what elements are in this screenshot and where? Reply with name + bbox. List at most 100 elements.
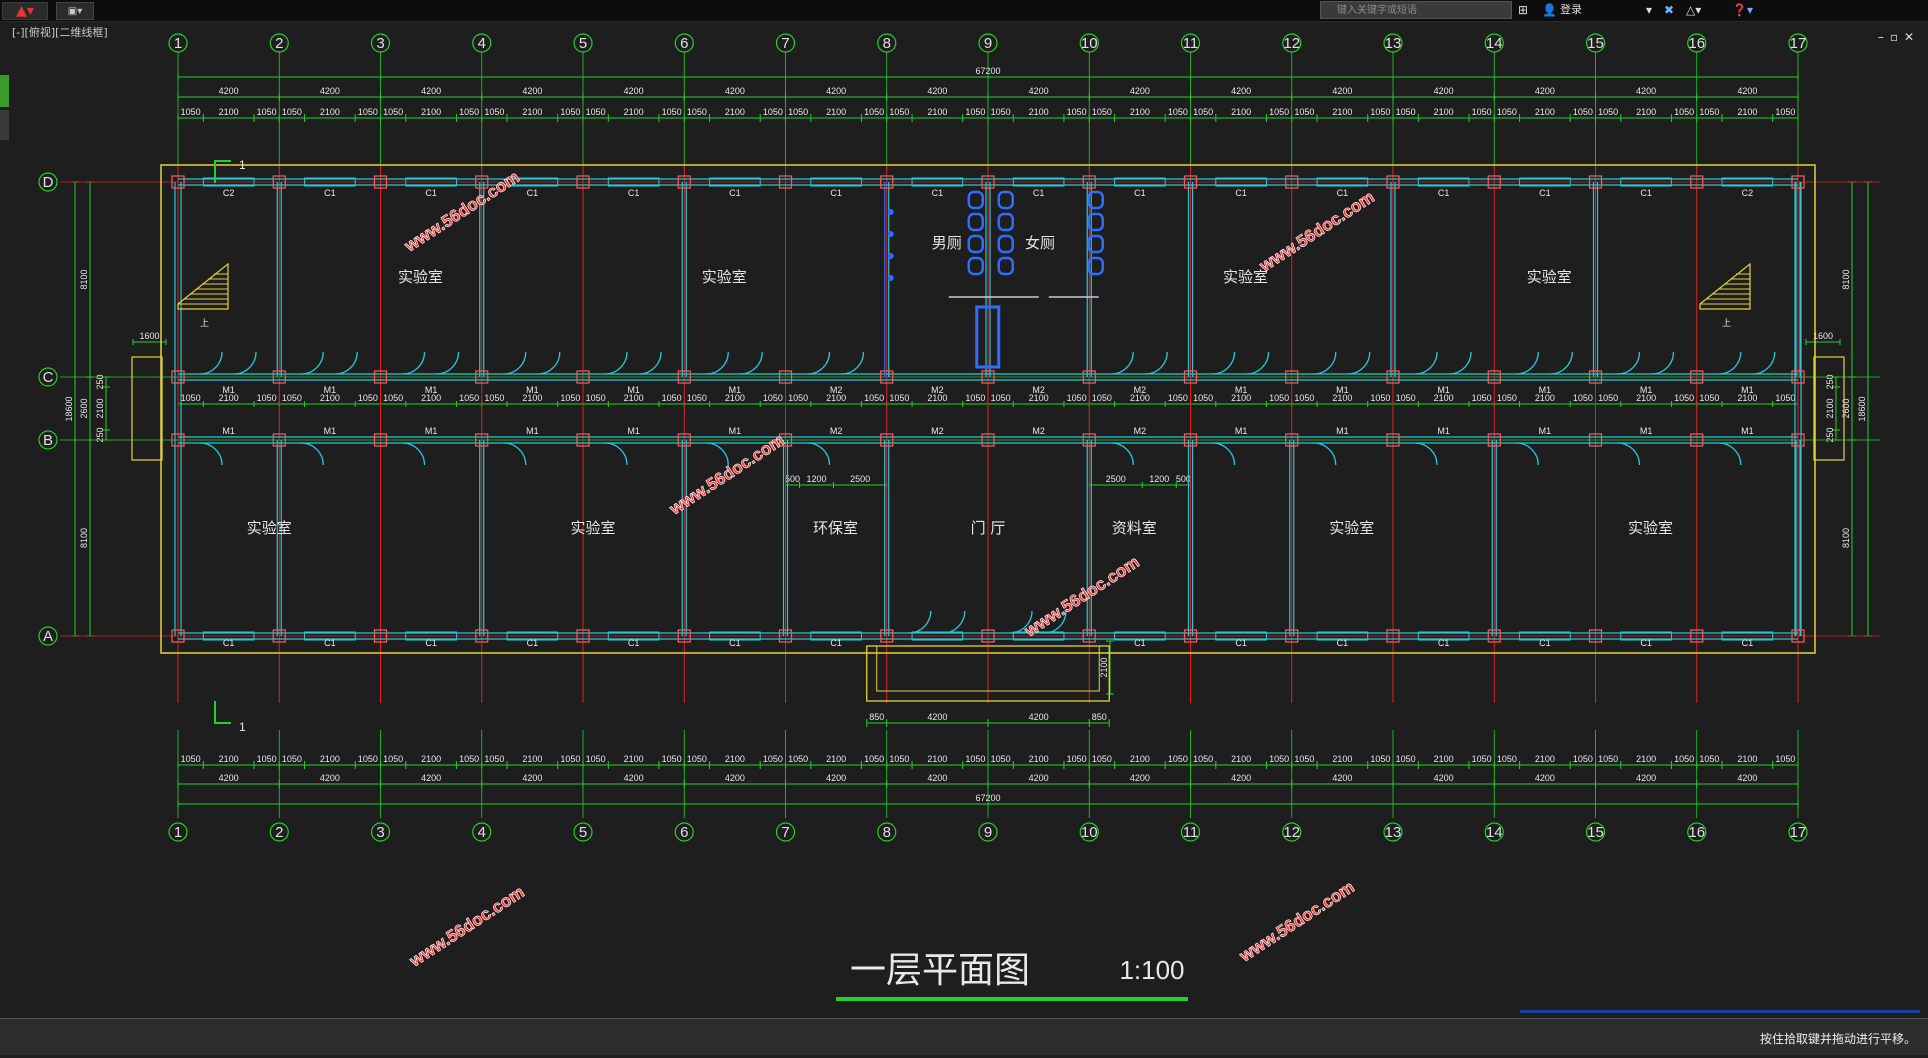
door-arc xyxy=(1448,351,1472,375)
help-icon[interactable]: ❓▾ xyxy=(1732,1,1753,19)
door-arc xyxy=(1550,351,1573,375)
sub-dim-bottom-label: 1050 xyxy=(1294,754,1314,764)
door-arc xyxy=(1651,351,1675,375)
window-tag: C1 xyxy=(729,638,741,648)
door-arc xyxy=(1313,442,1337,466)
door-tag: M1 xyxy=(729,426,742,436)
binoculars-icon[interactable]: ⊞ xyxy=(1518,1,1528,19)
window-tag: C1 xyxy=(527,188,539,198)
axis-number-1: 1 xyxy=(174,35,182,52)
section-mark-label: 1 xyxy=(239,720,246,734)
sub-dim-bottom-label: 1050 xyxy=(965,754,985,764)
right-total-dim-label: 18600 xyxy=(1857,396,1867,421)
door-arc xyxy=(1516,442,1539,466)
stair-offset-dim-right-label: 1600 xyxy=(1813,331,1833,341)
toilet-fixture xyxy=(967,256,984,276)
sub-dim-top-label: 1050 xyxy=(484,107,504,117)
sub-dim-top-label: 1050 xyxy=(1294,107,1314,117)
room-label: 资料室 xyxy=(1112,519,1157,537)
exchange-icon[interactable]: ✖ xyxy=(1664,1,1674,19)
axis-letter-D: D xyxy=(43,174,54,191)
window-tag: C1 xyxy=(1033,188,1045,198)
porch-dim-label: 4200 xyxy=(927,712,947,722)
bay-dim-bottom-label: 4200 xyxy=(522,773,542,783)
corridor-dim-label: 1050 xyxy=(358,393,378,403)
sub-dim-bottom-label: 1050 xyxy=(662,754,682,764)
status-message: 按住拾取键并拖动进行平移。 xyxy=(1759,1032,1916,1046)
axis-number-4: 4 xyxy=(478,824,486,841)
door-arc xyxy=(1617,442,1641,466)
bay-dim-bottom-label: 4200 xyxy=(624,773,644,783)
window-tag: C2 xyxy=(223,188,235,198)
door-arc xyxy=(1414,351,1438,375)
door-arc xyxy=(199,442,223,466)
door-arc xyxy=(1111,442,1134,466)
window-tag: C1 xyxy=(729,188,741,198)
door-tag: M1 xyxy=(425,385,438,395)
sub-dim-top-label: 1050 xyxy=(560,107,580,117)
bay-dim-top-label: 4200 xyxy=(1029,86,1049,96)
axis-number-8: 8 xyxy=(883,824,891,841)
door-arc xyxy=(335,351,358,375)
watermark-text: www.56doc.com xyxy=(1235,877,1357,966)
sub-dim-top-label: 1050 xyxy=(1674,107,1694,117)
save-icon[interactable]: ▣▾ xyxy=(56,2,94,20)
floor-drain xyxy=(887,253,894,259)
door-arc xyxy=(1347,351,1371,375)
search-input[interactable]: 键入关键字或短语 xyxy=(1320,1,1512,19)
autocad-logo-icon[interactable]: ▲▾ xyxy=(2,2,48,20)
room-label: 女厕 xyxy=(1025,234,1055,252)
axis-number-11: 11 xyxy=(1183,824,1199,841)
sub-dim-top-label: 1050 xyxy=(991,107,1011,117)
door-tag: M1 xyxy=(1437,385,1450,395)
corridor-dim-label: 1050 xyxy=(1396,393,1416,403)
sub-dim-top-label: 2100 xyxy=(1535,107,1555,117)
door-tag: M1 xyxy=(729,385,742,395)
bay-dim-top-label: 4200 xyxy=(1636,86,1656,96)
axis-number-15: 15 xyxy=(1587,35,1604,52)
sub-dim-bottom-label: 2100 xyxy=(927,754,947,764)
sub-dim-bottom-label: 1050 xyxy=(889,754,909,764)
sub-dim-top-label: 1050 xyxy=(1092,107,1112,117)
door-tag: M2 xyxy=(830,426,843,436)
floor-drain xyxy=(887,209,894,215)
window-tag: C1 xyxy=(324,638,336,648)
bay-dim-top-label: 4200 xyxy=(1130,86,1150,96)
axis-number-16: 16 xyxy=(1688,824,1705,841)
door-tag: M1 xyxy=(324,426,337,436)
left-corridor-dim-label: 2100 xyxy=(95,398,105,418)
axis-number-3: 3 xyxy=(376,824,384,841)
sub-dim-top-label: 1050 xyxy=(282,107,302,117)
toilet-fixture xyxy=(967,212,984,232)
corridor-dim-label: 1050 xyxy=(965,393,985,403)
sub-dim-top-label: 1050 xyxy=(1573,107,1593,117)
section-mark-label: 1 xyxy=(239,158,246,172)
drawing-scale: 1:100 xyxy=(1119,955,1184,985)
sub-dim-top-label: 1050 xyxy=(358,107,378,117)
door-tag: M2 xyxy=(1134,426,1147,436)
bay-dim-top-label: 4200 xyxy=(1332,86,1352,96)
login-label[interactable]: 登录 xyxy=(1560,1,1582,19)
window-tag: C1 xyxy=(1539,188,1551,198)
sub-dim-bottom-label: 2100 xyxy=(1029,754,1049,764)
corridor-dim-label: 1050 xyxy=(383,393,403,403)
chevron-down-icon[interactable]: ▾ xyxy=(1646,1,1652,19)
porch-dim-label: 850 xyxy=(1092,712,1107,722)
stair-left-outline xyxy=(177,262,229,310)
sub-dim-bottom-label: 1050 xyxy=(257,754,277,764)
sub-dim-top-label: 1050 xyxy=(889,107,909,117)
corridor-dim-label: 1050 xyxy=(1193,393,1213,403)
room-label: 实验室 xyxy=(247,519,292,537)
a360-icon[interactable]: △▾ xyxy=(1686,1,1701,19)
sub-dim-top-label: 2100 xyxy=(826,107,846,117)
axis-number-7: 7 xyxy=(781,824,789,841)
right-depth-dim-label: 8100 xyxy=(1841,528,1851,548)
sub-dim-bottom-label: 1050 xyxy=(1699,754,1719,764)
axis-number-4: 4 xyxy=(478,35,486,52)
sub-dim-top-label: 2100 xyxy=(624,107,644,117)
room-label: 实验室 xyxy=(1527,268,1572,286)
floor-plan-drawing[interactable]: 672004200 4200 4200 4200 4200 4200 4200 4200 420… xyxy=(0,21,1928,1018)
user-icon[interactable]: 👤 xyxy=(1542,1,1557,19)
window-tag: C1 xyxy=(223,638,235,648)
sub-dim-bottom-label: 1050 xyxy=(1168,754,1188,764)
